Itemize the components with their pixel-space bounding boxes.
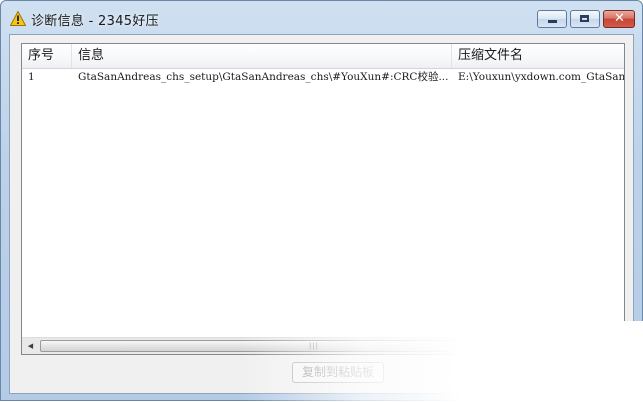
minimize-button[interactable] (537, 10, 567, 28)
list-header: 序号 信息 压缩文件名 (22, 44, 624, 69)
title-bar[interactable]: 诊断信息 - 2345好压 ✕ (1, 1, 642, 35)
minimize-icon (548, 20, 557, 23)
diagnostic-list[interactable]: 序号 信息 压缩文件名 1 GtaSanAndreas_chs_setup\Gt… (21, 43, 625, 355)
column-header-info[interactable]: 信息 (72, 44, 452, 68)
row-index: 1 (28, 71, 35, 83)
client-area: 序号 信息 压缩文件名 1 GtaSanAndreas_chs_setup\Gt… (9, 34, 634, 394)
scroll-left-icon[interactable]: ◀ (22, 338, 39, 354)
horizontal-scrollbar[interactable]: ◀ ||| ▶ (22, 337, 624, 354)
grip-icon: ||| (308, 342, 320, 350)
diagnostic-window: 诊断信息 - 2345好压 ✕ 序号 信息 压缩文件名 1 GtaSanAndr… (0, 0, 643, 402)
table-row[interactable]: 1 GtaSanAndreas_chs_setup\GtaSanAndreas_… (22, 68, 625, 86)
window-title: 诊断信息 - 2345好压 (31, 14, 159, 29)
close-icon: ✕ (614, 11, 625, 26)
column-header-index[interactable]: 序号 (22, 44, 72, 68)
close-button[interactable]: ✕ (603, 10, 635, 28)
scrollbar-thumb[interactable]: ||| (40, 340, 588, 352)
warning-icon (10, 11, 26, 26)
column-header-archive[interactable]: 压缩文件名 (452, 44, 624, 68)
scroll-right-icon[interactable]: ▶ (607, 338, 624, 354)
maximize-icon (580, 15, 589, 22)
row-archive: E:\Youxun\yxdown.com_GtaSanAnd (458, 71, 625, 83)
copy-to-clipboard-button[interactable]: 复制到粘贴板 (292, 362, 384, 383)
row-info: GtaSanAndreas_chs_setup\GtaSanAndreas_ch… (78, 71, 448, 83)
maximize-button[interactable] (570, 10, 600, 28)
